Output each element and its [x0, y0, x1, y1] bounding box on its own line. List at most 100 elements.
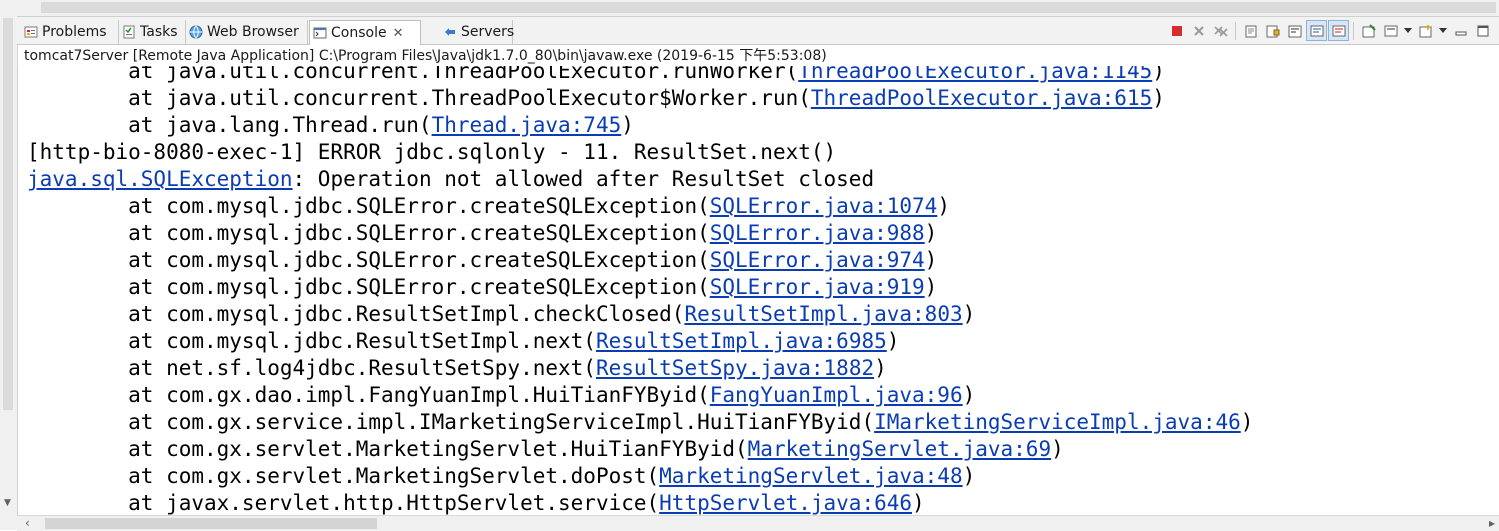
console-line-text: at com.mysql.jdbc.ResultSetImpl.checkClo…: [27, 302, 685, 326]
console-line: at com.gx.servlet.MarketingServlet.HuiTi…: [27, 436, 1253, 463]
console-line-suffix: ): [1152, 66, 1165, 83]
close-icon[interactable]: ✕: [393, 26, 404, 41]
tab-label: Problems: [42, 24, 107, 40]
top-scrollbar-thumb[interactable]: [41, 2, 1496, 13]
console-lines: at java.util.concurrent.ThreadPoolExecut…: [27, 66, 1253, 515]
problems-icon: [24, 25, 38, 39]
launch-description: tomcat7Server [Remote Java Application] …: [24, 48, 827, 64]
console-line-suffix: ): [924, 248, 938, 272]
open-console-icon[interactable]: [1415, 20, 1436, 41]
scroll-right-arrow-icon[interactable]: ▸: [1489, 516, 1495, 530]
left-scrollbar-thumb[interactable]: [3, 18, 13, 410]
web-browser-icon: [189, 25, 203, 39]
console-line: at net.sf.log4jdbc.ResultSetSpy.next(Res…: [27, 355, 1253, 382]
show-stderr-icon[interactable]: [1328, 20, 1349, 41]
tab-console[interactable]: Console ✕: [309, 20, 421, 45]
stacktrace-link[interactable]: ThreadPoolExecutor.java:615: [811, 86, 1152, 110]
tab-problems[interactable]: Problems: [21, 20, 119, 44]
console-line: at com.mysql.jdbc.SQLError.createSQLExce…: [27, 193, 1253, 220]
console-line-text: at java.lang.Thread.run(: [27, 113, 432, 137]
stacktrace-link[interactable]: IMarketingServiceImpl.java:46: [874, 410, 1241, 434]
pin-console-icon[interactable]: [1358, 20, 1379, 41]
console-line: at com.mysql.jdbc.ResultSetImpl.checkClo…: [27, 301, 1253, 328]
stacktrace-link[interactable]: SQLError.java:988: [710, 221, 925, 245]
servers-icon: [443, 25, 457, 39]
view-menu-icon[interactable]: [1402, 20, 1414, 41]
console-line-text: at com.gx.dao.impl.FangYuanImpl.HuiTianF…: [27, 383, 710, 407]
tab-tasks[interactable]: Tasks: [119, 20, 186, 44]
display-console-icon[interactable]: [1380, 20, 1401, 41]
console-line: at java.util.concurrent.ThreadPoolExecut…: [27, 66, 1253, 85]
console-line-suffix: ): [1152, 86, 1165, 110]
stacktrace-link[interactable]: ResultSetSpy.java:1882: [596, 356, 874, 380]
console-line: at com.gx.dao.impl.FangYuanImpl.HuiTianF…: [27, 382, 1253, 409]
console-line-text: at com.mysql.jdbc.SQLError.createSQLExce…: [27, 248, 710, 272]
console-line-suffix: ): [962, 302, 976, 326]
tasks-icon: [122, 25, 136, 39]
console-line-text: at javax.servlet.http.HttpServlet.servic…: [27, 491, 660, 515]
stacktrace-link[interactable]: SQLError.java:1074: [710, 194, 938, 218]
console-line-text: at com.mysql.jdbc.ResultSetImpl.next(: [27, 329, 596, 353]
chevron-down-icon[interactable]: [1437, 20, 1449, 41]
console-line-suffix: ): [886, 329, 900, 353]
console-output[interactable]: at java.util.concurrent.ThreadPoolExecut…: [17, 66, 1499, 515]
stacktrace-link[interactable]: HttpServlet.java:646: [659, 491, 912, 515]
console-line: java.sql.SQLException: Operation not all…: [27, 166, 1253, 193]
minimize-icon[interactable]: [1450, 20, 1471, 41]
tab-label: Tasks: [140, 24, 178, 40]
console-line-text: [http-bio-8080-exec-1] ERROR jdbc.sqlonl…: [27, 140, 837, 164]
console-line: [http-bio-8080-exec-1] ERROR jdbc.sqlonl…: [27, 139, 1253, 166]
console-line: at com.mysql.jdbc.SQLError.createSQLExce…: [27, 274, 1253, 301]
scroll-left-arrow-icon[interactable]: ‹: [25, 516, 30, 530]
console-line-suffix: ): [962, 383, 976, 407]
left-scrollbar[interactable]: ▼: [0, 0, 18, 530]
console-line: at com.gx.servlet.MarketingServlet.doPos…: [27, 463, 1253, 490]
show-stdout-icon[interactable]: [1306, 20, 1327, 41]
stacktrace-link[interactable]: ResultSetImpl.java:803: [684, 302, 962, 326]
tab-servers[interactable]: Servers: [440, 20, 514, 44]
console-line-text: at com.gx.servlet.MarketingServlet.HuiTi…: [27, 437, 748, 461]
console-line-text: at com.mysql.jdbc.SQLError.createSQLExce…: [27, 275, 710, 299]
stacktrace-link[interactable]: ResultSetImpl.java:6985: [596, 329, 887, 353]
stacktrace-link[interactable]: SQLError.java:919: [710, 275, 925, 299]
console-line-text: at com.mysql.jdbc.SQLError.createSQLExce…: [27, 221, 710, 245]
console-line: at java.lang.Thread.run(Thread.java:745): [27, 112, 1253, 139]
console-toolbar: [1166, 17, 1499, 44]
stacktrace-link[interactable]: MarketingServlet.java:69: [748, 437, 1051, 461]
stacktrace-link[interactable]: Thread.java:745: [432, 113, 622, 137]
console-line-text: at com.gx.service.impl.IMarketingService…: [27, 410, 875, 434]
console-line-suffix: ): [874, 356, 887, 380]
scroll-down-arrow-icon[interactable]: ▼: [4, 498, 11, 508]
console-line: at com.mysql.jdbc.SQLError.createSQLExce…: [27, 220, 1253, 247]
scroll-lock-icon[interactable]: [1262, 20, 1283, 41]
stacktrace-link[interactable]: java.sql.SQLException: [27, 167, 293, 191]
top-scrollbar[interactable]: [17, 0, 1499, 17]
horizontal-scrollbar[interactable]: ‹ ▸: [17, 515, 1499, 531]
console-line-suffix: ): [962, 464, 976, 488]
console-line: at javax.servlet.http.HttpServlet.servic…: [27, 490, 1253, 515]
stacktrace-link[interactable]: ThreadPoolExecutor.java:1145: [798, 66, 1152, 83]
stacktrace-link[interactable]: FangYuanImpl.java:96: [710, 383, 963, 407]
stacktrace-link[interactable]: SQLError.java:974: [710, 248, 925, 272]
console-line: at com.mysql.jdbc.ResultSetImpl.next(Res…: [27, 328, 1253, 355]
console-line-suffix: ): [912, 491, 925, 515]
tab-web-browser[interactable]: Web Browser: [186, 20, 308, 44]
console-line-text: at java.util.concurrent.ThreadPoolExecut…: [27, 66, 799, 83]
console-line-text: at com.gx.servlet.MarketingServlet.doPos…: [27, 464, 660, 488]
console-line-text: at java.util.concurrent.ThreadPoolExecut…: [27, 86, 811, 110]
tab-label: Web Browser: [207, 24, 299, 40]
maximize-icon[interactable]: [1472, 20, 1493, 41]
view-tab-bar: Problems Tasks Web Browser Console ✕ Ser…: [17, 17, 1499, 45]
clear-console-icon[interactable]: [1240, 20, 1261, 41]
horizontal-scrollbar-thumb[interactable]: [45, 518, 377, 529]
remove-launch-icon[interactable]: [1188, 20, 1209, 41]
console-line-suffix: ): [924, 221, 938, 245]
word-wrap-icon[interactable]: [1284, 20, 1305, 41]
console-line-suffix: ): [1051, 437, 1064, 461]
terminate-icon[interactable]: [1166, 20, 1187, 41]
stacktrace-link[interactable]: MarketingServlet.java:48: [659, 464, 962, 488]
console-line: at com.gx.service.impl.IMarketingService…: [27, 409, 1253, 436]
console-line-suffix: ): [1240, 410, 1254, 434]
console-line-text: at net.sf.log4jdbc.ResultSetSpy.next(: [27, 356, 596, 380]
remove-all-icon[interactable]: [1210, 20, 1231, 41]
